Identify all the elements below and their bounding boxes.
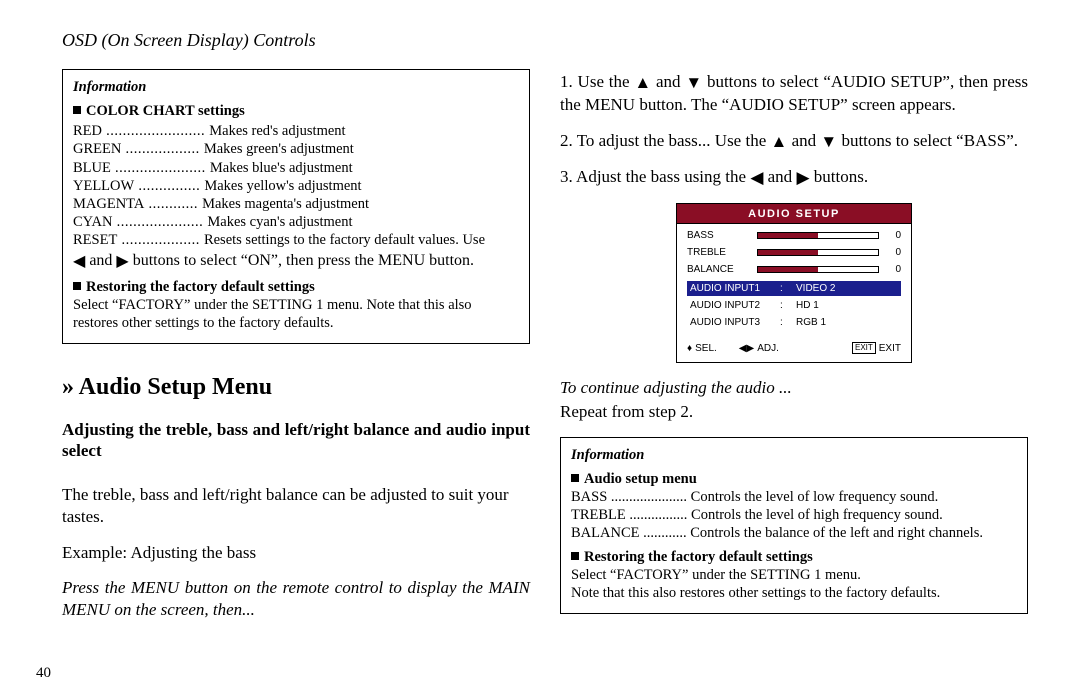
value-bass: 0 bbox=[885, 230, 901, 241]
setting-green: GREEN .................. Makes green's a… bbox=[73, 140, 519, 158]
triangle-right-icon: ▶ bbox=[796, 167, 809, 189]
audio-input-2[interactable]: AUDIO INPUT2:HD 1 bbox=[687, 298, 901, 313]
restore-heading-2: Restoring the factory default settings bbox=[571, 548, 1017, 566]
value-balance: 0 bbox=[885, 264, 901, 275]
page-number: 40 bbox=[36, 665, 51, 682]
repeat-line: Repeat from step 2. bbox=[560, 401, 1028, 423]
info-box-color-chart: Information COLOR CHART settings RED ...… bbox=[62, 69, 530, 344]
audio-setup-menu-heading: Audio setup menu bbox=[571, 470, 1017, 488]
osd-audio-setup-panel: AUDIO SETUP BASS 0 TREBLE 0 BALANCE 0 bbox=[676, 203, 912, 363]
footer-adj: ◀▶ADJ. bbox=[739, 342, 779, 354]
info-title-2: Information bbox=[571, 446, 1017, 464]
page-header: OSD (On Screen Display) Controls bbox=[62, 30, 1028, 51]
footer-exit: EXITEXIT bbox=[852, 342, 901, 354]
step-3: 3. Adjust the bass using the ◀ and ▶ but… bbox=[560, 166, 1028, 189]
label-bass: BASS bbox=[687, 230, 751, 241]
slider-track[interactable] bbox=[757, 266, 879, 273]
setting-blue: BLUE ...................... Makes blue's… bbox=[73, 159, 519, 177]
triangle-up-icon: ▲ bbox=[634, 72, 651, 94]
triangle-up-icon: ▲ bbox=[771, 131, 788, 153]
osd-body: BASS 0 TREBLE 0 BALANCE 0 AUDIO INPUT1:V… bbox=[677, 224, 911, 336]
settings-list: RED ........................ Makes red's… bbox=[73, 122, 519, 272]
restore-text-2: Note that this also restores other setti… bbox=[571, 584, 1017, 602]
color-chart-heading: COLOR CHART settings bbox=[73, 102, 519, 120]
slider-balance: BALANCE 0 bbox=[687, 264, 901, 275]
paragraph-adjust: The treble, bass and left/right balance … bbox=[62, 484, 530, 528]
label-treble: TREBLE bbox=[687, 247, 751, 258]
audio-input-1[interactable]: AUDIO INPUT1:VIDEO 2 bbox=[687, 281, 901, 296]
audio-item-balance: BALANCE ............ Controls the balanc… bbox=[571, 524, 1017, 542]
setting-red: RED ........................ Makes red's… bbox=[73, 122, 519, 140]
osd-footer: ♦SEL. ◀▶ADJ. EXITEXIT bbox=[677, 336, 911, 362]
step-1: 1. Use the ▲ and ▼ buttons to select “AU… bbox=[560, 71, 1028, 116]
info-title: Information bbox=[73, 78, 519, 96]
restore-heading: Restoring the factory default settings bbox=[73, 278, 519, 296]
audio-item-treble: TREBLE ................ Controls the lev… bbox=[571, 506, 1017, 524]
restore-text-1: Select “FACTORY” under the SETTING 1 men… bbox=[571, 566, 1017, 584]
restore-heading-text: Restoring the factory default settings bbox=[86, 279, 315, 295]
step-2: 2. To adjust the bass... Use the ▲ and ▼… bbox=[560, 130, 1028, 153]
setting-magenta: MAGENTA ............ Makes magenta's adj… bbox=[73, 195, 519, 213]
setting-cyan: CYAN ..................... Makes cyan's … bbox=[73, 213, 519, 231]
slider-track[interactable] bbox=[757, 249, 879, 256]
setting-reset: RESET ................... Resets setting… bbox=[73, 231, 519, 249]
triangle-down-icon: ▼ bbox=[685, 72, 702, 94]
two-column-layout: Information COLOR CHART settings RED ...… bbox=[62, 69, 1028, 635]
press-menu-paragraph: Press the MENU button on the remote cont… bbox=[62, 577, 530, 621]
left-column: Information COLOR CHART settings RED ...… bbox=[62, 69, 530, 635]
right-column: 1. Use the ▲ and ▼ buttons to select “AU… bbox=[560, 69, 1028, 635]
continue-line: To continue adjusting the audio ... bbox=[560, 377, 1028, 399]
leftright-arrows-icon: ◀▶ bbox=[739, 343, 754, 354]
audio-setup-heading: » Audio Setup Menu bbox=[62, 374, 530, 401]
lead-paragraph: Adjusting the treble, bass and left/righ… bbox=[62, 419, 530, 463]
osd-title: AUDIO SETUP bbox=[677, 204, 911, 224]
label-balance: BALANCE bbox=[687, 264, 751, 275]
steps-list: 1. Use the ▲ and ▼ buttons to select “AU… bbox=[560, 71, 1028, 189]
exit-button-icon[interactable]: EXIT bbox=[852, 342, 876, 354]
updown-arrows-icon: ♦ bbox=[687, 343, 692, 354]
on-off-instruction: ◀ and ▶ buttons to select “ON”, then pre… bbox=[73, 251, 519, 272]
setting-yellow: YELLOW ............... Makes yellow's ad… bbox=[73, 177, 519, 195]
restore-text: Select “FACTORY” under the SETTING 1 men… bbox=[73, 296, 519, 332]
slider-bass: BASS 0 bbox=[687, 230, 901, 241]
example-line: Example: Adjusting the bass bbox=[62, 542, 530, 564]
value-treble: 0 bbox=[885, 247, 901, 258]
triangle-left-icon: ◀ bbox=[750, 167, 763, 189]
color-chart-heading-text: COLOR CHART settings bbox=[86, 103, 245, 119]
footer-sel: ♦SEL. bbox=[687, 342, 717, 354]
slider-treble: TREBLE 0 bbox=[687, 247, 901, 258]
audio-input-3[interactable]: AUDIO INPUT3:RGB 1 bbox=[687, 315, 901, 330]
triangle-down-icon: ▼ bbox=[820, 131, 837, 153]
triangle-right-icon: ▶ bbox=[116, 252, 128, 272]
info-box-audio: Information Audio setup menu BASS ......… bbox=[560, 437, 1028, 614]
audio-item-bass: BASS ..................... Controls the … bbox=[571, 488, 1017, 506]
slider-track[interactable] bbox=[757, 232, 879, 239]
triangle-left-icon: ◀ bbox=[73, 252, 85, 272]
